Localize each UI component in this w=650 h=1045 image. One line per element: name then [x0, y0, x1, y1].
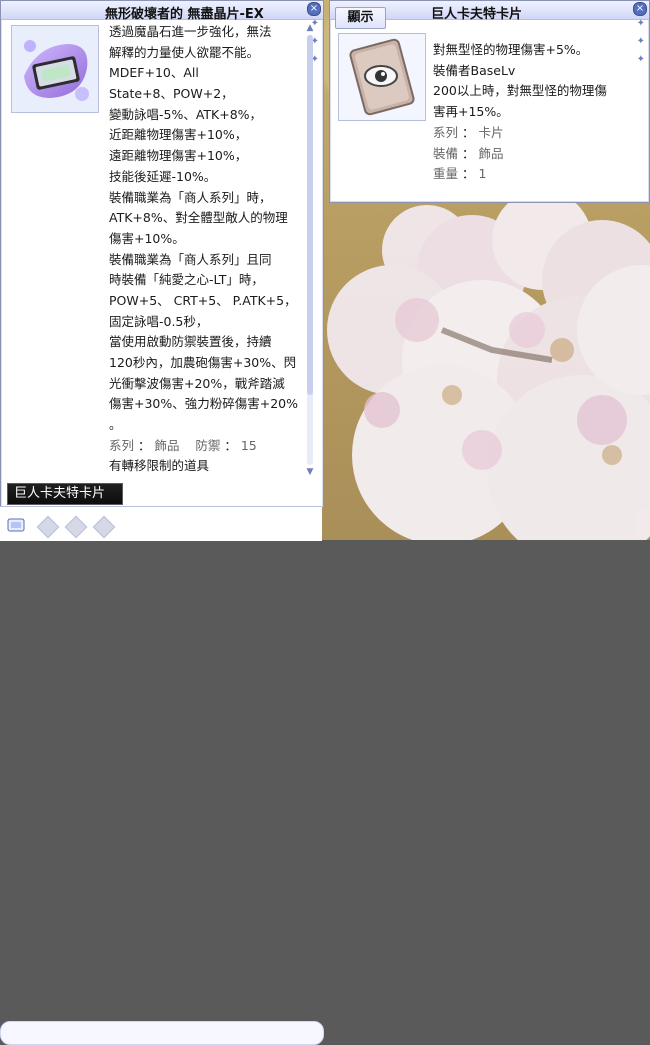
card-illustration: [349, 38, 415, 116]
description-line: 近距離物理傷害+10%，: [109, 127, 248, 143]
card-stat-value: 卡片: [478, 124, 504, 140]
eye-card-icon: [338, 33, 426, 121]
item-restriction-line: 有轉移限制的道具: [109, 458, 210, 473]
item-illustration: [24, 40, 89, 101]
item-info-window: 無形破壞者的 無盡晶片-EX × ✦ ✦ ✦ 透過魔晶石進一步強化，無法 解釋的…: [0, 0, 324, 508]
card-description-line: 裝備者BaseLv: [433, 62, 516, 78]
description-line: 固定詠唱-0.5秒，: [109, 313, 209, 329]
card-stat-label: 裝備: [433, 145, 459, 161]
scroll-thumb[interactable]: [307, 35, 313, 395]
item-title: 無形破壞者的 無盡晶片-EX: [105, 7, 264, 22]
item-description: 透過魔晶石進一步強化，無法 解釋的力量使人欲罷不能。 MDEF+10、All S…: [109, 22, 299, 473]
card-stat-row: 裝備 ： 飾品: [433, 145, 504, 161]
description-line: 技能後延遲-10%。: [109, 168, 217, 184]
bottom-toolbar: [0, 506, 324, 1045]
sparkle-icon: ✦: [636, 18, 645, 29]
description-line: 。: [109, 417, 122, 433]
slot-diamond-icon[interactable]: [36, 515, 60, 539]
close-icon[interactable]: ×: [307, 2, 321, 16]
description-line: 透過魔晶石進一步強化，無法: [109, 24, 272, 39]
description-line: State+8、POW+2，: [109, 86, 234, 102]
card-stat-value: 飾品: [478, 145, 504, 161]
description-line: 遠距離物理傷害+10%，: [109, 148, 248, 164]
item-stats-line: 系列 ： 飾品 防禦 ： 15: [109, 437, 257, 453]
card-stat-row: 重量 ： 1: [433, 166, 487, 182]
card-description-line: 害再+15%。: [433, 104, 509, 120]
description-line: 裝備職業為「商人系列」且同: [109, 251, 272, 267]
defense-value: 15: [240, 437, 257, 453]
description-line: POW+5、 CRT+5、 P.ATK+5，: [109, 292, 297, 308]
description-line: 裝備職業為「商人系列」時，: [109, 189, 272, 205]
defense-label: 防禦: [195, 437, 221, 453]
description-line: ATK+8%、對全體型敵人的物理: [109, 210, 288, 226]
category-value: 飾品: [154, 437, 180, 453]
card-stat-value: 1: [478, 166, 487, 182]
crystal-chip-icon: [11, 25, 99, 113]
bottom-toolbar-strip: [0, 1021, 324, 1045]
description-line: 傷害+10%。: [109, 230, 185, 246]
description-line: 光衝擊波傷害+20%，戰斧踏滅: [109, 375, 285, 391]
card-stat-row: 系列 ： 卡片: [433, 124, 504, 140]
card-description-line: 200以上時，對無型怪的物理傷: [433, 83, 607, 99]
description-line: 120秒內，加農砲傷害+30%、閃: [109, 355, 297, 370]
card-icon[interactable]: [6, 517, 26, 533]
description-line: MDEF+10、All: [109, 65, 199, 81]
close-icon[interactable]: ×: [633, 2, 647, 16]
description-scrollbar[interactable]: ▲ ▼: [305, 23, 315, 477]
card-stat-label: 系列: [433, 124, 459, 140]
chevron-up-icon[interactable]: ▲: [305, 23, 315, 33]
card-description: 對無型怪的物理傷害+5%。 裝備者BaseLv 200以上時，對無型怪的物理傷 …: [433, 40, 643, 185]
description-line: 變動詠唱-5%、ATK+8%，: [109, 106, 263, 122]
slot-diamond-icon[interactable]: [92, 515, 116, 539]
card-stat-label: 重量: [433, 166, 459, 182]
description-line: 時裝備「純愛之心-LT」時，: [109, 272, 264, 288]
description-line: 解釋的力量使人欲罷不能。: [109, 44, 260, 60]
description-line: 當使用啟動防禦裝置後，持續: [109, 334, 272, 350]
card-title: 巨人卡夫特卡片: [431, 7, 523, 22]
card-info-window: 顯示 巨人卡夫特卡片 × ✦ ✦ ✦ 對無型怪的物理傷害+5%。 裝備者Base…: [329, 0, 650, 203]
card-description-line: 對無型怪的物理傷害+5%。: [433, 42, 589, 57]
show-button[interactable]: 顯示: [335, 7, 386, 29]
slot-diamond-icon[interactable]: [64, 515, 88, 539]
tooltip-caption: 巨人卡夫特卡片: [7, 483, 123, 505]
category-label: 系列: [109, 437, 135, 453]
description-line: 傷害+30%、強力粉碎傷害+20%: [109, 396, 299, 412]
chevron-down-icon[interactable]: ▼: [305, 467, 315, 477]
